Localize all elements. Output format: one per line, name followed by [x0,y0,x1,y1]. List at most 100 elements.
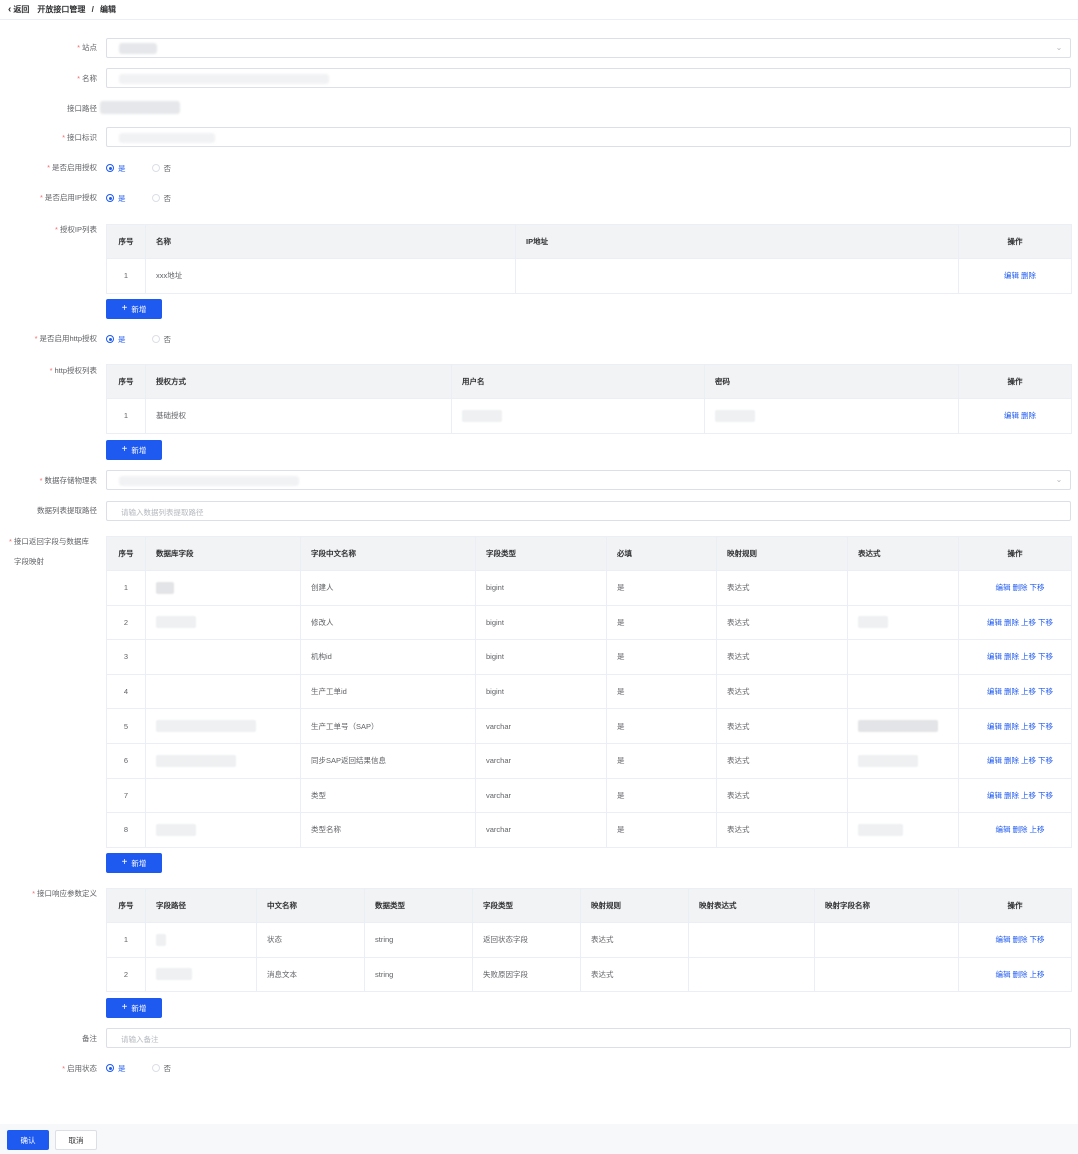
col-header-db-field: 数据库字段 [145,536,301,571]
op-link-0[interactable]: 编辑 [987,722,1002,731]
table-row: 2 修改人 bigint 是表达式 编辑 删除 上移 下移 [106,604,1072,641]
op-link-3[interactable]: 下移 [1038,687,1053,696]
col-header-expression: 表达式 [847,536,959,571]
ip-auth-radio-group: 是 否 [106,192,197,204]
http-auth-label: * 是否启用http授权 [34,334,97,343]
op-link-3[interactable]: 下移 [1038,791,1053,800]
extract-input[interactable]: 请输入数据列表提取路径 [106,501,1071,521]
cell-db-field [145,777,301,814]
cell-method: 基础授权 [145,398,452,434]
chevron-down-icon: ⌄ [1055,475,1063,484]
cell-expression [847,777,959,814]
edit-link[interactable]: 编辑 [1004,411,1019,420]
cell-data-type: string [364,956,473,993]
path-label: 接口路径 [67,104,97,113]
op-link-2[interactable]: 上移 [1021,652,1036,661]
cell-cn-name: 同步SAP返回结果信息 [300,742,476,779]
cell-no: 3 [106,639,146,675]
name-input[interactable] [106,68,1071,88]
op-link-1[interactable]: 删除 [1013,970,1028,979]
op-link-3[interactable]: 下移 [1038,722,1053,731]
remark-input[interactable]: 请输入备注 [106,1028,1071,1048]
op-link-1[interactable]: 删除 [1004,756,1019,765]
op-link-1[interactable]: 删除 [1004,652,1019,661]
mapping-add-button[interactable]: + 新增 [106,853,162,873]
cell-rule: 表达式 [716,639,848,675]
delete-link[interactable]: 删除 [1021,271,1036,280]
table-row: 7 类型 varchar 是表达式 编辑 删除 上移 下移 [106,777,1072,814]
op-link-1[interactable]: 删除 [1004,791,1019,800]
op-link-0[interactable]: 编辑 [987,756,1002,765]
page-header: ‹ 返回 开放接口管理 / 编辑 [0,0,1078,20]
table-row: 1 基础授权 编辑 删除 [106,398,1072,434]
col-header-method: 授权方式 [145,364,452,399]
delete-link[interactable]: 删除 [1021,411,1036,420]
confirm-button[interactable]: 确认 [7,1130,49,1150]
col-header-no: 序号 [106,536,146,571]
edit-link[interactable]: 编辑 [1004,271,1019,280]
op-link-2[interactable]: 下移 [1030,935,1045,944]
cell-field-type: 失败原因字段 [472,956,581,993]
op-link-3[interactable]: 下移 [1038,618,1053,627]
op-link-0[interactable]: 编辑 [987,618,1002,627]
op-link-2[interactable]: 上移 [1021,722,1036,731]
op-link-2[interactable]: 上移 [1021,618,1036,627]
op-link-1[interactable]: 删除 [1004,618,1019,627]
cell-map-field [814,922,959,958]
http-auth-radio-yes[interactable]: 是 [106,334,126,345]
breadcrumb-parent[interactable]: 开放接口管理 [37,5,85,14]
cell-field-type: bigint [475,604,607,641]
cell-no: 1 [106,570,146,606]
ip-auth-radio-yes[interactable]: 是 [106,193,126,204]
op-link-1[interactable]: 删除 [1013,935,1028,944]
ident-input[interactable] [106,127,1071,147]
http-add-button[interactable]: + 新增 [106,440,162,460]
ip-add-button[interactable]: + 新增 [106,299,162,319]
cell-field-type: 返回状态字段 [472,922,581,958]
col-header-name: 名称 [145,224,516,259]
op-link-2[interactable]: 上移 [1021,687,1036,696]
storage-select[interactable]: ⌄ [106,470,1071,490]
auth-radio-yes[interactable]: 是 [106,163,126,174]
back-button[interactable]: ‹ 返回 [8,4,29,15]
op-link-2[interactable]: 上移 [1030,970,1045,979]
auth-radio-no[interactable]: 否 [151,163,171,174]
op-link-1[interactable]: 删除 [1013,583,1028,592]
op-link-0[interactable]: 编辑 [996,825,1011,834]
response-add-button[interactable]: + 新增 [106,998,162,1018]
op-link-2[interactable]: 上移 [1030,825,1045,834]
status-radio-no[interactable]: 否 [151,1063,171,1074]
status-radio-yes[interactable]: 是 [106,1063,126,1074]
col-header-cn-name: 中文名称 [256,888,365,923]
cell-no: 7 [106,777,146,814]
table-header-row: 序号 字段路径 中文名称 数据类型 字段类型 映射规则 映射表达式 映射字段名称… [106,888,1072,923]
op-link-0[interactable]: 编辑 [987,791,1002,800]
table-row: 6 同步SAP返回结果信息 varchar 是表达式 编辑 删除 上移 下移 [106,742,1072,779]
op-link-1[interactable]: 删除 [1004,722,1019,731]
op-link-0[interactable]: 编辑 [987,652,1002,661]
cancel-button[interactable]: 取消 [55,1130,97,1150]
op-link-1[interactable]: 删除 [1004,687,1019,696]
site-select[interactable]: ⌄ [106,38,1071,58]
op-link-2[interactable]: 上移 [1021,756,1036,765]
http-auth-radio-no[interactable]: 否 [151,334,171,345]
mapping-table-body: 1 创建人 bigint 是表达式 编辑 删除 下移 2 修改人 bigint 是表达式 编辑 删除 上移… [106,570,1072,848]
op-link-1[interactable]: 删除 [1013,825,1028,834]
table-row: 2 消息文本 string 失败原因字段 表达式 编辑 删除 上移 [106,956,1072,993]
http-auth-radio-group: 是 否 [106,333,197,345]
op-link-2[interactable]: 下移 [1030,583,1045,592]
op-link-3[interactable]: 下移 [1038,652,1053,661]
remark-label: 备注 [82,1034,97,1043]
op-link-0[interactable]: 编辑 [987,687,1002,696]
op-link-0[interactable]: 编辑 [996,583,1011,592]
ip-auth-radio-no[interactable]: 否 [151,193,171,204]
op-link-0[interactable]: 编辑 [996,970,1011,979]
cell-ops: 编辑 删除 上移 下移 [958,777,1072,814]
op-link-2[interactable]: 上移 [1021,791,1036,800]
cell-ip [515,258,959,294]
op-link-3[interactable]: 下移 [1038,756,1053,765]
storage-label: * 数据存储物理表 [39,476,97,485]
op-link-0[interactable]: 编辑 [996,935,1011,944]
col-header-no: 序号 [106,364,146,399]
col-header-field-type: 字段类型 [472,888,581,923]
